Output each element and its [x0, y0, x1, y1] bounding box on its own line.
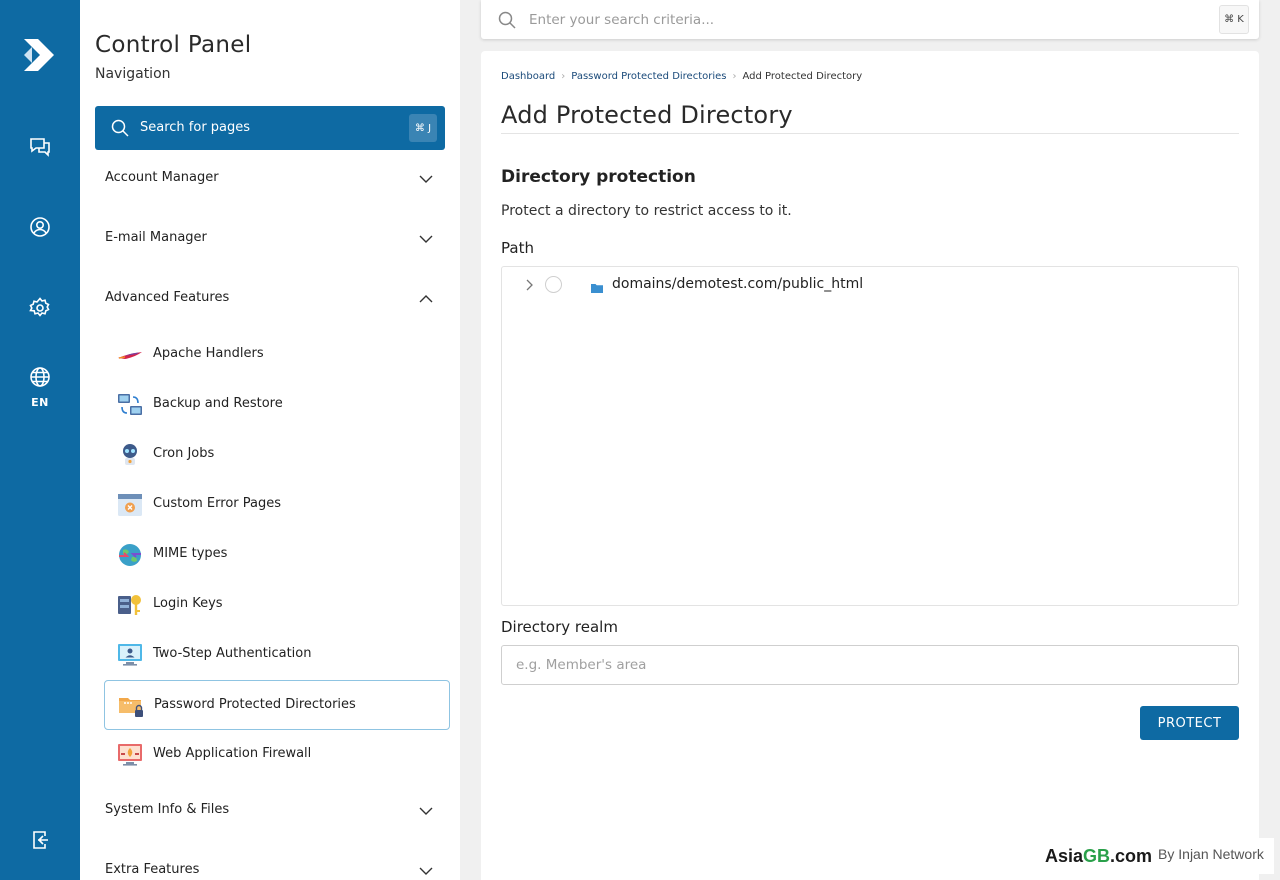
global-search-bar: ⌘ K	[481, 0, 1259, 39]
protect-button[interactable]: PROTECT	[1140, 706, 1239, 740]
robot-icon	[117, 442, 143, 468]
globe-arrows-icon	[117, 542, 143, 568]
breadcrumb: Dashboard › Password Protected Directori…	[501, 71, 862, 82]
globe-icon[interactable]	[25, 362, 55, 392]
chevron-down-icon	[417, 170, 435, 188]
directory-radio[interactable]	[545, 276, 562, 293]
sidebar-item-password-protected-directories[interactable]: Password Protected Directories	[104, 680, 450, 730]
sidebar-title: Control Panel	[95, 32, 252, 58]
breadcrumb-separator-icon: ›	[561, 71, 566, 82]
global-search-input[interactable]	[529, 6, 1209, 33]
section-label: E-mail Manager	[105, 230, 207, 245]
page-search-button[interactable]: Search for pages ⌘ J	[95, 106, 445, 150]
search-icon	[497, 10, 517, 34]
title-divider	[501, 133, 1239, 134]
section-label: Account Manager	[105, 170, 219, 185]
section-system-info-files[interactable]: System Info & Files	[105, 796, 435, 826]
breadcrumb-link-password-protected-directories[interactable]: Password Protected Directories	[571, 71, 726, 82]
language-label[interactable]: EN	[0, 396, 80, 409]
sidebar-item-cron-jobs[interactable]: Cron Jobs	[104, 430, 450, 480]
sidebar-item-backup-restore[interactable]: Backup and Restore	[104, 380, 450, 430]
directory-tree: domains/demotest.com/public_html	[501, 266, 1239, 606]
page-title: Add Protected Directory	[501, 101, 793, 129]
section-heading: Directory protection	[501, 167, 696, 187]
main-content-card: Dashboard › Password Protected Directori…	[481, 51, 1259, 880]
logout-icon[interactable]	[25, 825, 55, 855]
sidebar-item-label: Two-Step Authentication	[153, 646, 312, 661]
section-extra-features[interactable]: Extra Features	[105, 856, 435, 880]
app-logo-icon[interactable]	[20, 33, 60, 77]
watermark-byline: By Injan Network	[1158, 846, 1264, 862]
chevron-right-icon[interactable]	[522, 277, 536, 293]
breadcrumb-separator-icon: ›	[732, 71, 737, 82]
sidebar-item-label: Login Keys	[153, 596, 223, 611]
monitor-user-icon	[117, 642, 143, 668]
section-label: Advanced Features	[105, 290, 230, 305]
folder-icon	[591, 279, 603, 293]
sidebar-item-label: Password Protected Directories	[154, 697, 356, 712]
app-rail: EN	[0, 0, 80, 880]
locked-folder-icon	[118, 693, 144, 719]
sidebar-item-two-step-authentication[interactable]: Two-Step Authentication	[104, 630, 450, 680]
search-icon	[110, 118, 130, 142]
sidebar-item-label: Cron Jobs	[153, 446, 215, 461]
section-description: Protect a directory to restrict access t…	[501, 203, 792, 219]
firewall-monitor-icon	[117, 742, 143, 768]
sidebar-item-custom-error-pages[interactable]: Custom Error Pages	[104, 480, 450, 530]
key-icon	[117, 592, 143, 618]
path-label: Path	[501, 239, 534, 257]
shortcut-badge: ⌘ J	[409, 114, 437, 142]
section-label: System Info & Files	[105, 802, 230, 817]
gear-icon[interactable]	[25, 293, 55, 323]
chevron-down-icon	[417, 862, 435, 880]
tree-row: domains/demotest.com/public_html	[502, 267, 1238, 303]
chevron-up-icon	[417, 290, 435, 308]
sidebar-subtitle: Navigation	[95, 66, 171, 82]
watermark-gb: GB	[1083, 845, 1111, 866]
backup-computers-icon	[117, 392, 143, 418]
chevron-down-icon	[417, 802, 435, 820]
watermark-com: .com	[1110, 845, 1153, 866]
navigation-sidebar: Control Panel Navigation Search for page…	[80, 0, 460, 880]
watermark: Asia GB .com By Injan Network	[1040, 838, 1274, 874]
section-label: Extra Features	[105, 862, 200, 877]
sidebar-item-label: Backup and Restore	[153, 396, 283, 411]
breadcrumb-current: Add Protected Directory	[742, 71, 863, 82]
chevron-down-icon	[417, 230, 435, 248]
sidebar-item-apache-handlers[interactable]: Apache Handlers	[104, 330, 450, 380]
sidebar-item-label: Custom Error Pages	[153, 496, 282, 511]
realm-label: Directory realm	[501, 618, 618, 636]
directory-path[interactable]: domains/demotest.com/public_html	[612, 276, 863, 292]
sidebar-item-login-keys[interactable]: Login Keys	[104, 580, 450, 630]
error-window-icon	[117, 492, 143, 518]
sidebar-item-label: Apache Handlers	[153, 346, 264, 361]
watermark-asia: Asia	[1045, 845, 1084, 866]
breadcrumb-link-dashboard[interactable]: Dashboard	[501, 71, 555, 82]
feather-icon	[117, 342, 143, 368]
chat-icon[interactable]	[25, 131, 55, 161]
section-advanced-features[interactable]: Advanced Features	[105, 284, 435, 314]
realm-input[interactable]	[501, 645, 1239, 685]
sidebar-item-mime-types[interactable]: MIME types	[104, 530, 450, 580]
sidebar-item-web-application-firewall[interactable]: Web Application Firewall	[104, 730, 450, 780]
section-email-manager[interactable]: E-mail Manager	[105, 224, 435, 254]
user-profile-icon[interactable]	[25, 212, 55, 242]
shortcut-badge: ⌘ K	[1219, 5, 1249, 34]
section-account-manager[interactable]: Account Manager	[105, 164, 435, 194]
sidebar-item-label: Web Application Firewall	[153, 746, 312, 761]
page-search-label: Search for pages	[140, 120, 251, 135]
sidebar-item-label: MIME types	[153, 546, 228, 561]
